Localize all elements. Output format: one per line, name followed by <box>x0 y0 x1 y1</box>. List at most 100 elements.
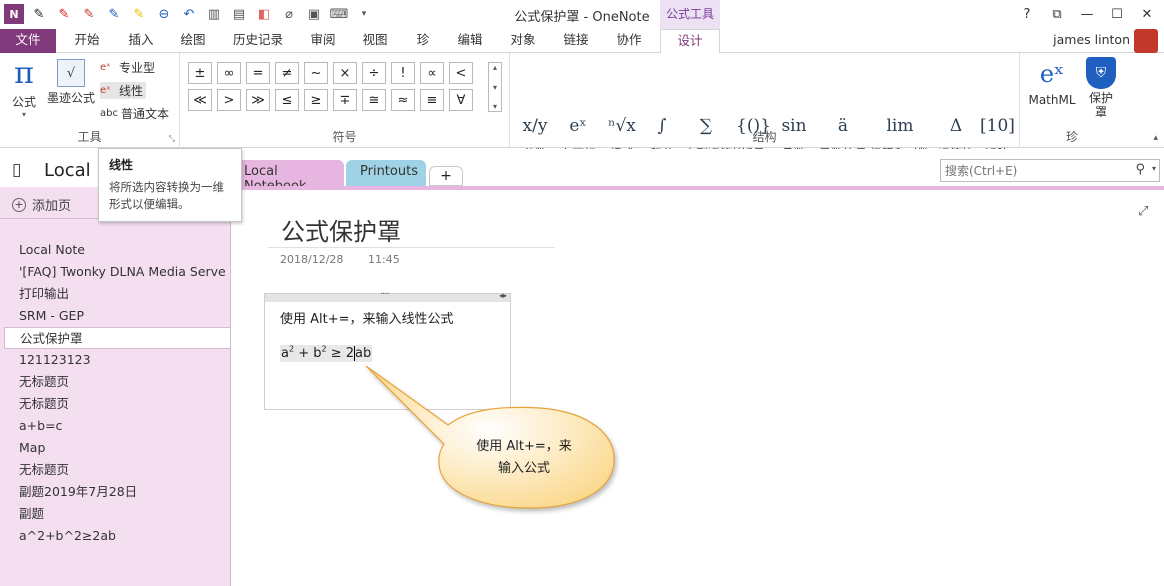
attach-icon[interactable]: ⌀ <box>279 4 299 24</box>
structure-icon: ä <box>837 116 849 136</box>
search-box[interactable]: ⚲ ▾ <box>940 159 1160 182</box>
symbol-button[interactable]: < <box>449 62 473 84</box>
page-list-item[interactable]: Map <box>4 437 230 459</box>
avatar[interactable] <box>1134 29 1158 53</box>
symbol-button[interactable]: ≈ <box>391 89 415 111</box>
page-list-item[interactable]: 副题2019年7月28日 <box>4 481 230 503</box>
page-list-item[interactable]: SRM - GEP <box>4 305 230 327</box>
help-icon[interactable]: ? <box>1016 4 1038 24</box>
tab-view[interactable]: 视图 <box>350 29 400 53</box>
page-template-icon[interactable]: ▤ <box>229 4 249 24</box>
user-name[interactable]: james linton <box>1053 32 1130 47</box>
tab-collaborate[interactable]: 协作 <box>604 29 654 53</box>
symbol-button[interactable]: ≤ <box>275 89 299 111</box>
pen-blue-icon[interactable]: ✎ <box>104 4 124 24</box>
pen-black-icon[interactable]: ✎ <box>29 4 49 24</box>
formula-button[interactable]: π 公式 ▾ <box>6 57 42 120</box>
note-container-handle[interactable]: ···· ◂▸ <box>265 289 510 302</box>
customize-qat-icon[interactable]: ▾ <box>354 4 374 24</box>
note-text[interactable]: 使用 Alt+=，来输入线性公式 <box>280 308 454 327</box>
tab-insert[interactable]: 插入 <box>116 29 166 53</box>
symbol-button[interactable]: ≡ <box>420 89 444 111</box>
pen-red2-icon[interactable]: ✎ <box>79 4 99 24</box>
page-list-item[interactable]: 无标题页 <box>4 371 230 393</box>
symbol-button[interactable]: ∓ <box>333 89 357 111</box>
ink-equation-button[interactable]: √ 墨迹公式 <box>46 59 96 106</box>
fullscreen-icon[interactable]: ⧉ <box>1046 4 1068 24</box>
linear-button[interactable]: eˣ 线性 <box>100 82 147 99</box>
symbol-button[interactable]: ! <box>391 62 415 84</box>
resize-handle-icon[interactable]: ◂▸ <box>499 291 507 300</box>
page-list-item[interactable]: 打印输出 <box>4 283 230 305</box>
expand-icon[interactable]: ⤢ <box>1138 204 1148 219</box>
symbol-button[interactable]: ≅ <box>362 89 386 111</box>
page-list-item[interactable]: a^2+b^2≥2ab <box>4 525 230 547</box>
collapse-ribbon-icon[interactable]: ▴ <box>1153 133 1158 143</box>
page-list-item[interactable]: Local Note <box>4 239 230 261</box>
gallery-more-icon[interactable]: ▾ <box>493 102 497 111</box>
minimize-icon[interactable]: — <box>1076 4 1098 24</box>
page-list-item[interactable]: 无标题页 <box>4 393 230 415</box>
scroll-up-icon[interactable]: ▴ <box>493 63 497 72</box>
section-tab-local-notebook[interactable]: Local Notebook <box>230 160 344 194</box>
page-list-item[interactable]: a+b=c <box>4 415 230 437</box>
symbol-button[interactable]: ≫ <box>246 89 270 111</box>
symbol-button[interactable]: ≠ <box>275 62 299 84</box>
symbol-button[interactable]: ÷ <box>362 62 386 84</box>
symbol-button[interactable]: ≪ <box>188 89 212 111</box>
protect-button[interactable]: ⛨ 保护罩 <box>1082 57 1120 119</box>
tab-edit[interactable]: 编辑 <box>445 29 495 53</box>
symbol-button[interactable]: ~ <box>304 62 328 84</box>
professional-button[interactable]: eˣ 专业型 <box>100 59 155 76</box>
page-list-item[interactable]: 副题 <box>4 503 230 525</box>
page-list-item[interactable]: 无标题页 <box>4 459 230 481</box>
maximize-icon[interactable]: ☐ <box>1106 4 1128 24</box>
symbol-button[interactable]: > <box>217 89 241 111</box>
pen-red-icon[interactable]: ✎ <box>54 4 74 24</box>
tab-object[interactable]: 对象 <box>498 29 548 53</box>
paste-icon[interactable]: ▣ <box>304 4 324 24</box>
page-title[interactable]: 公式保护罩 <box>281 212 401 247</box>
symbol-gallery-scroll[interactable]: ▴ ▾ ▾ <box>488 62 502 112</box>
page-list-item[interactable]: '[FAQ] Twonky DLNA Media Serve <box>4 261 230 283</box>
back-icon[interactable]: ⊖ <box>154 4 174 24</box>
eraser-icon[interactable]: ◧ <box>254 4 274 24</box>
scroll-down-icon[interactable]: ▾ <box>493 83 497 92</box>
tab-history[interactable]: 历史记录 <box>226 29 290 53</box>
symbol-button[interactable]: ∀ <box>449 89 473 111</box>
tab-design[interactable]: 设计 <box>660 29 720 54</box>
close-icon[interactable]: ✕ <box>1136 4 1158 24</box>
note-container[interactable]: ···· ◂▸ 使用 Alt+=，来输入线性公式 a2 + b2 ≥ 2ab <box>264 289 511 410</box>
add-section-button[interactable]: + <box>429 166 463 186</box>
dock-icon[interactable]: ▥ <box>204 4 224 24</box>
symbol-button[interactable]: × <box>333 62 357 84</box>
search-icon[interactable]: ⚲ <box>1135 162 1145 177</box>
keyboard-icon[interactable]: ⌨ <box>329 4 349 24</box>
undo-icon[interactable]: ↶ <box>179 4 199 24</box>
formula-equation[interactable]: a2 + b2 ≥ 2ab <box>280 345 373 363</box>
tab-home[interactable]: 开始 <box>62 29 112 53</box>
highlighter-icon[interactable]: ✎ <box>129 4 149 24</box>
tab-link[interactable]: 链接 <box>551 29 601 53</box>
symbol-button[interactable]: = <box>246 62 270 84</box>
normal-text-button[interactable]: abc 普通文本 <box>100 105 169 122</box>
tab-file[interactable]: 文件 <box>0 29 56 53</box>
add-page-button[interactable]: + 添加页 <box>12 195 71 214</box>
symbol-button[interactable]: ≥ <box>304 89 328 111</box>
page-list-item[interactable]: 121123123 <box>4 349 230 371</box>
symbol-button[interactable]: ± <box>188 62 212 84</box>
section-tab-printouts[interactable]: Printouts <box>346 160 426 186</box>
tab-zhen[interactable]: 珍 <box>403 29 443 53</box>
tab-draw[interactable]: 绘图 <box>168 29 218 53</box>
search-scope-dropdown-icon[interactable]: ▾ <box>1152 164 1156 173</box>
dialog-launcher-icon[interactable]: ⤡ <box>169 134 175 144</box>
symbol-button[interactable]: ∝ <box>420 62 444 84</box>
symbol-button[interactable]: ∞ <box>217 62 241 84</box>
notebook-name[interactable]: Local <box>44 160 91 181</box>
search-input[interactable] <box>941 160 1121 181</box>
page-list-item[interactable]: 公式保护罩 <box>4 327 231 349</box>
tab-review[interactable]: 审阅 <box>298 29 348 53</box>
onenote-app-icon[interactable]: N <box>4 4 24 24</box>
notebook-icon[interactable]: ▯ <box>12 160 21 180</box>
mathml-button[interactable]: eˣ MathML <box>1026 57 1078 107</box>
